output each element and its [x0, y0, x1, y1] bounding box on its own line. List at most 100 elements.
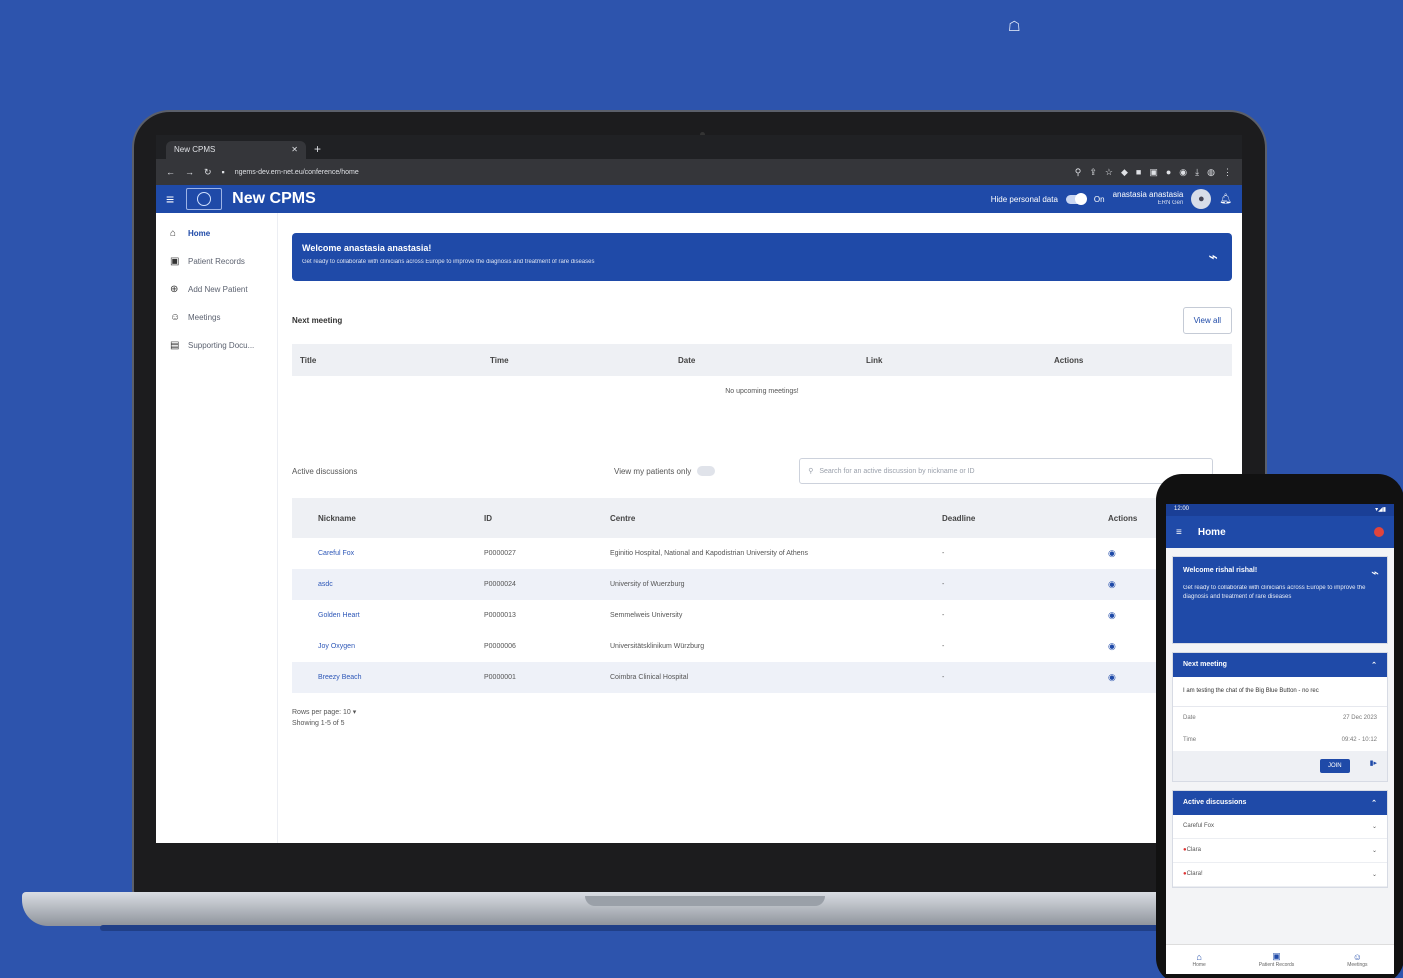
laptop-screen: New CPMS ✕ + ← → ↻ ▪ ngems-dev.ern-net.e…: [156, 135, 1242, 843]
view-eye-icon[interactable]: ◉: [1108, 548, 1116, 558]
menu-icon[interactable]: ≡: [1176, 527, 1182, 538]
view-all-button[interactable]: View all: [1182, 307, 1232, 334]
chevron-up-icon[interactable]: ⌃: [1371, 661, 1377, 669]
extension-icon[interactable]: ◉: [1179, 167, 1187, 178]
menu-icon[interactable]: ≡: [166, 191, 174, 207]
welcome-subtitle: Get ready to collaborate with clinicians…: [302, 259, 595, 265]
view-eye-icon[interactable]: ◉: [1108, 610, 1116, 620]
back-icon[interactable]: ←: [166, 167, 175, 177]
decorative-glyph: ☖: [1008, 18, 1021, 34]
sidebar-item-home[interactable]: ⌂ Home: [156, 219, 277, 247]
sidebar-item-add-new-patient[interactable]: ⊕ Add New Patient: [156, 275, 277, 303]
signal-icon: ▾◢▮: [1375, 507, 1386, 513]
cell-nickname[interactable]: Golden Heart: [292, 600, 458, 631]
bookmark-icon[interactable]: ☆: [1105, 167, 1113, 178]
sidebar-item-supporting-documents[interactable]: ▤ Supporting Docu...: [156, 331, 277, 359]
cell-centre: Universitätsklinikum Würzburg: [610, 643, 705, 650]
table-row[interactable]: asdc P0000024 University of Wuerzburg - …: [292, 569, 1232, 600]
cell-deadline: -: [916, 569, 1082, 600]
phone-page-title: Home: [1197, 526, 1226, 538]
bell-icon[interactable]: 🔔︎: [1219, 194, 1232, 205]
column-header-title[interactable]: Title: [292, 344, 482, 376]
column-header-link[interactable]: Link: [858, 344, 1046, 376]
table-row[interactable]: Breezy Beach P0000001 Coimbra Clinical H…: [292, 662, 1232, 693]
phone-date-label: Date: [1183, 715, 1196, 721]
chevron-down-icon[interactable]: ⌄: [1372, 871, 1377, 878]
list-item[interactable]: Careful Fox ⌄: [1173, 815, 1387, 839]
sidebar-item-meetings[interactable]: ☺ Meetings: [156, 303, 277, 331]
cell-id: P0000024: [458, 569, 584, 600]
cell-nickname[interactable]: asdc: [292, 569, 458, 600]
table-row[interactable]: Careful Fox P0000027 Eginitio Hospital, …: [292, 538, 1232, 569]
view-eye-icon[interactable]: ◉: [1108, 641, 1116, 651]
phone-next-meeting-title: Next meeting: [1183, 661, 1227, 668]
showing-count: Showing 1-5 of 5: [292, 720, 345, 728]
extension-icon[interactable]: ◆: [1121, 167, 1128, 178]
nav-home[interactable]: ⌂ Home: [1192, 952, 1205, 968]
column-header-centre[interactable]: Centre: [584, 498, 916, 538]
table-row[interactable]: Joy Oxygen P0000006 Universitätsklinikum…: [292, 631, 1232, 662]
cell-centre: Semmelweis University: [610, 612, 683, 619]
people-icon: ☺: [1352, 951, 1362, 962]
avatar[interactable]: ●: [1191, 189, 1212, 209]
phone-active-discussions-header[interactable]: Active discussions ⌃: [1173, 791, 1387, 815]
zoom-icon[interactable]: ⚲: [1075, 167, 1082, 178]
browser-tab[interactable]: New CPMS ✕: [166, 141, 306, 159]
list-item-label: Clara: [1186, 847, 1201, 853]
hide-personal-toggle[interactable]: [1065, 192, 1087, 205]
chevron-up-icon[interactable]: ⌃: [1371, 799, 1377, 807]
pulse-icon: ⌁: [1371, 565, 1379, 580]
column-header-id[interactable]: ID: [458, 498, 584, 538]
share-icon[interactable]: ⇪: [1089, 167, 1097, 178]
column-header-date[interactable]: Date: [670, 344, 858, 376]
discussions-table: Nickname ID Centre Deadline Actions Care…: [292, 498, 1232, 693]
main-content: Welcome anastasia anastasia! Get ready t…: [278, 213, 1242, 843]
ern-logo: [186, 188, 223, 210]
notification-badge[interactable]: [1374, 527, 1384, 537]
discussion-search-input[interactable]: ⚲ Search for an active discussion by nic…: [799, 458, 1214, 484]
user-role: ERN Gen: [1157, 200, 1184, 207]
chevron-down-icon[interactable]: ⌄: [1372, 823, 1377, 830]
extension-icon[interactable]: ●: [1166, 167, 1171, 178]
sidebar-item-patient-records[interactable]: ▣ Patient Records: [156, 247, 277, 275]
list-item[interactable]: ●Clara ⌄: [1173, 839, 1387, 863]
phone-active-discussions-title: Active discussions: [1183, 799, 1247, 806]
address-bar[interactable]: ngems-dev.ern-net.eu/conference/home: [235, 169, 395, 176]
close-icon[interactable]: ✕: [291, 145, 298, 155]
download-icon[interactable]: ⤓: [1195, 167, 1199, 178]
view-eye-icon[interactable]: ◉: [1108, 672, 1116, 682]
table-row[interactable]: Golden Heart P0000013 Semmelweis Univers…: [292, 600, 1232, 631]
phone-next-meeting-header[interactable]: Next meeting ⌃: [1173, 653, 1387, 677]
nav-meetings[interactable]: ☺ Meetings: [1347, 952, 1367, 968]
more-icon[interactable]: ⋮: [1223, 167, 1232, 178]
reload-icon[interactable]: ↻: [204, 167, 212, 178]
column-header-deadline[interactable]: Deadline: [916, 498, 1082, 538]
column-header-time[interactable]: Time: [482, 344, 670, 376]
my-patients-label: View my patients only: [614, 466, 692, 476]
extension-icon[interactable]: ■: [1136, 167, 1141, 178]
nav-patient-records[interactable]: ▣ Patient Records: [1259, 951, 1295, 968]
profile-icon[interactable]: ◍: [1207, 167, 1215, 178]
view-eye-icon[interactable]: ◉: [1108, 579, 1116, 589]
cell-nickname[interactable]: Breezy Beach: [292, 662, 458, 693]
phone-welcome-title: Welcome rishal rishal!: [1183, 567, 1258, 574]
chevron-down-icon[interactable]: ⌄: [1372, 847, 1377, 854]
chat-icon[interactable]: ▮▸: [1370, 759, 1377, 773]
list-item[interactable]: ●Clara! ⌄: [1173, 863, 1387, 887]
phone-next-meeting-card: Next meeting ⌃ I am testing the chat of …: [1172, 652, 1388, 782]
forward-icon[interactable]: →: [185, 167, 194, 177]
column-header-nickname[interactable]: Nickname: [292, 498, 458, 538]
cell-nickname[interactable]: Joy Oxygen: [292, 631, 458, 662]
folder-icon: ▣: [170, 255, 180, 267]
my-patients-toggle[interactable]: [697, 466, 716, 476]
phone-app-header: ≡ Home: [1166, 516, 1394, 548]
join-button[interactable]: JOIN: [1319, 759, 1350, 773]
nav-label: Meetings: [1347, 961, 1368, 968]
cell-centre: Eginitio Hospital, National and Kapodist…: [610, 550, 809, 557]
cell-nickname[interactable]: Careful Fox: [292, 538, 458, 569]
new-tab-button[interactable]: +: [314, 142, 321, 156]
extension-icon[interactable]: ▣: [1149, 167, 1158, 178]
search-icon: ⚲: [808, 468, 814, 475]
chevron-down-icon[interactable]: ▾: [353, 709, 357, 716]
rows-per-page-select[interactable]: 10: [343, 709, 351, 716]
